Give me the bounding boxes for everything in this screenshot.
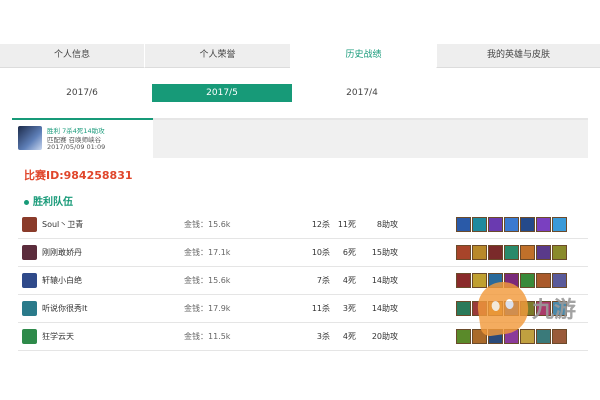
player-avatar-icon[interactable] [22, 217, 37, 232]
equipment-item-icon[interactable] [536, 245, 551, 260]
player-name[interactable]: 刚刚敢娇丹 [42, 247, 82, 258]
equipment-item-icon[interactable] [504, 245, 519, 260]
player-deaths: 6死 [342, 248, 356, 257]
equipment-item-icon[interactable] [472, 273, 487, 288]
equipment-item-icon[interactable] [552, 217, 567, 232]
equipment-item-icon[interactable] [488, 217, 503, 232]
item-build [456, 245, 568, 260]
tab-match-history[interactable]: 历史战绩 [290, 44, 436, 68]
equipment-item-icon[interactable] [504, 217, 519, 232]
equipment-item-icon[interactable] [536, 217, 551, 232]
equipment-item-icon[interactable] [472, 217, 487, 232]
player-assists: 15助攻 [371, 248, 398, 257]
player-kills: 7杀 [316, 276, 330, 285]
player-gold: 金钱：15.6k [184, 220, 231, 229]
equipment-item-icon[interactable] [520, 245, 535, 260]
hero-portrait-icon [18, 126, 42, 150]
match-time: 2017/05/09 01:09 [47, 143, 106, 151]
player-gold: 金钱：17.1k [184, 248, 231, 257]
winning-team-label: 胜利队伍 [33, 197, 73, 208]
player-avatar-icon[interactable] [22, 301, 37, 316]
player-assists: 14助攻 [371, 304, 398, 313]
equipment-item-icon[interactable] [520, 217, 535, 232]
player-assists: 20助攻 [371, 332, 398, 341]
month-tab-2017-4[interactable]: 2017/4 [292, 84, 432, 102]
winning-team-heading: 胜利队伍 [24, 193, 73, 208]
equipment-item-icon[interactable] [456, 245, 471, 260]
watermark-text: 九游 [532, 298, 577, 323]
player-kills: 11杀 [311, 304, 330, 313]
mascot-eye-icon [490, 300, 501, 312]
mascot-eye-icon [504, 298, 515, 310]
equipment-item-icon[interactable] [552, 329, 567, 344]
equipment-item-icon[interactable] [520, 273, 535, 288]
equipment-item-icon[interactable] [552, 245, 567, 260]
tab-personal-honors[interactable]: 个人荣誉 [144, 44, 290, 68]
equipment-item-icon[interactable] [520, 329, 535, 344]
month-tab-2017-5[interactable]: 2017/5 [152, 84, 292, 102]
equipment-item-icon[interactable] [552, 273, 567, 288]
tab-personal-info[interactable]: 个人信息 [0, 44, 144, 68]
player-kills: 10杀 [311, 248, 330, 257]
dot-icon [24, 199, 29, 205]
player-avatar-icon[interactable] [22, 273, 37, 288]
item-build [456, 217, 568, 232]
player-gold: 金钱：11.5k [184, 332, 231, 341]
player-avatar-icon[interactable] [22, 245, 37, 260]
profile-tabs: 个人信息 个人荣誉 历史战绩 我的英雄与皮肤 [0, 44, 600, 68]
player-deaths: 3死 [342, 304, 356, 313]
equipment-item-icon[interactable] [488, 245, 503, 260]
player-gold: 金钱：17.9k [184, 304, 231, 313]
player-deaths: 4死 [342, 276, 356, 285]
player-assists: 14助攻 [371, 276, 398, 285]
equipment-item-icon[interactable] [536, 329, 551, 344]
equipment-item-icon[interactable] [456, 301, 471, 316]
player-deaths: 11死 [337, 220, 356, 229]
player-gold: 金钱：15.6k [184, 276, 231, 285]
equipment-item-icon[interactable] [456, 217, 471, 232]
equipment-item-icon[interactable] [456, 329, 471, 344]
player-name[interactable]: 轩辕小白绝 [42, 275, 82, 286]
match-list: 胜利 7杀4死14助攻 匹配赛 召唤师峡谷 2017/05/09 01:09 [12, 118, 588, 158]
player-kills: 3杀 [316, 332, 330, 341]
player-deaths: 4死 [342, 332, 356, 341]
player-name[interactable]: 狂学云天 [42, 331, 74, 342]
player-assists: 8助攻 [376, 220, 398, 229]
equipment-item-icon[interactable] [456, 273, 471, 288]
month-tab-2017-6[interactable]: 2017/6 [12, 84, 152, 102]
player-kills: 12杀 [311, 220, 330, 229]
player-name[interactable]: Soul丶卫青 [42, 219, 83, 230]
player-row[interactable]: Soul丶卫青 金钱：15.6k 12杀 11死 8助攻 [18, 211, 588, 239]
month-selector: 2017/6 2017/5 2017/4 [12, 84, 588, 104]
equipment-item-icon[interactable] [536, 273, 551, 288]
player-name[interactable]: 听说你很秀lt [42, 303, 87, 314]
equipment-item-icon[interactable] [472, 245, 487, 260]
match-id: 比赛ID:984258831 [24, 169, 133, 182]
match-card-selected[interactable]: 胜利 7杀4死14助攻 匹配赛 召唤师峡谷 2017/05/09 01:09 [12, 118, 153, 158]
player-avatar-icon[interactable] [22, 329, 37, 344]
tab-heroes-and-skins[interactable]: 我的英雄与皮肤 [436, 44, 600, 68]
player-row[interactable]: 刚刚敢娇丹 金钱：17.1k 10杀 6死 15助攻 [18, 239, 588, 267]
